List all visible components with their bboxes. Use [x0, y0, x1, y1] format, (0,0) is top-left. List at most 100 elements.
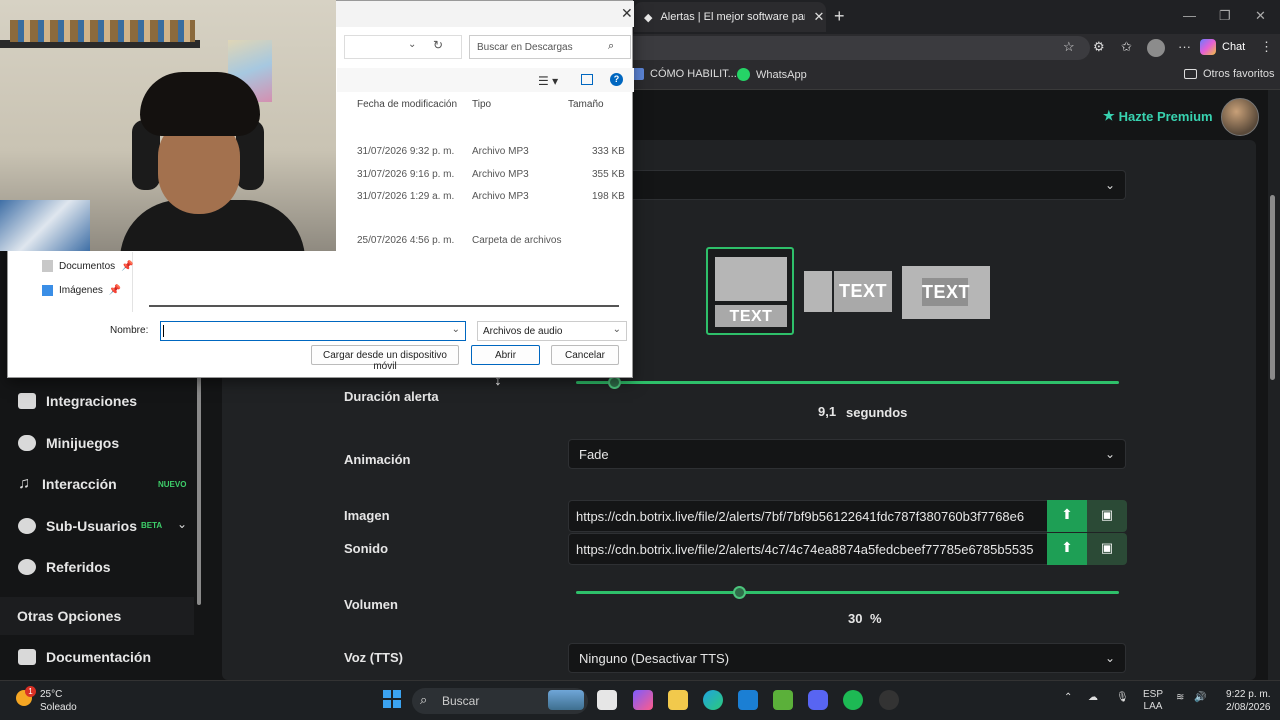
gallery-image-button[interactable]: ▣: [1087, 500, 1127, 532]
taskbar-clock[interactable]: 9:22 p. m. 2/08/2026: [1226, 688, 1271, 714]
minecraft-icon[interactable]: [773, 690, 793, 710]
store-icon[interactable]: [738, 690, 758, 710]
horizontal-scrollbar[interactable]: [149, 305, 619, 307]
favorite-star-icon[interactable]: ☆: [1063, 39, 1075, 55]
chevron-up-icon[interactable]: ⌃: [1064, 692, 1072, 703]
profile-icon[interactable]: [1147, 39, 1165, 57]
edge-icon[interactable]: [703, 690, 723, 710]
upload-image-button[interactable]: ⬆: [1047, 500, 1087, 532]
top-select[interactable]: ⌄: [568, 170, 1126, 200]
path-bar[interactable]: [344, 35, 462, 59]
sidebar-item-interaccion[interactable]: ♫ Interacción: [18, 475, 117, 493]
nav-imagenes[interactable]: Imágenes 📌: [42, 285, 121, 296]
dialog-search-input[interactable]: Buscar en Descargas: [469, 35, 631, 59]
sonido-url-input[interactable]: https://cdn.botrix.live/file/2/alerts/4c…: [568, 533, 1048, 565]
more-menu-icon[interactable]: ···: [1178, 39, 1191, 54]
view-menu-icon[interactable]: ☰ ▾: [538, 74, 558, 88]
document-icon: [18, 649, 36, 665]
column-type[interactable]: Tipo: [472, 99, 491, 110]
filetype-value: Archivos de audio: [483, 326, 563, 337]
page-scrollbar[interactable]: [1270, 195, 1275, 380]
cancel-button[interactable]: Cancelar: [551, 345, 619, 365]
duracion-slider[interactable]: [576, 381, 1119, 384]
task-view-icon[interactable]: [597, 690, 617, 710]
search-icon[interactable]: ⌕: [608, 40, 614, 53]
open-button[interactable]: Abrir: [471, 345, 540, 365]
clock-time: 9:22 p. m.: [1226, 689, 1271, 700]
sidebar-item-minijuegos[interactable]: Minijuegos: [18, 435, 119, 451]
maximize-icon[interactable]: ❐: [1219, 8, 1231, 24]
gallery-sound-button[interactable]: ▣: [1087, 533, 1127, 565]
sidebar-scrollbar[interactable]: [197, 375, 201, 605]
spotify-icon[interactable]: [843, 690, 863, 710]
sidebar-item-integraciones[interactable]: Integraciones: [18, 393, 137, 409]
chevron-down-icon[interactable]: ⌄: [177, 517, 187, 531]
avatar[interactable]: [1221, 98, 1259, 136]
column-size[interactable]: Tamaño: [568, 99, 604, 110]
layout-option-image-top[interactable]: TEXT: [706, 247, 794, 335]
refresh-icon[interactable]: ↻: [433, 38, 443, 52]
music-note-icon: ♫: [18, 475, 30, 492]
m365-icon[interactable]: [633, 690, 653, 710]
voz-select[interactable]: Ninguno (Desactivar TTS) ⌄: [568, 643, 1126, 673]
address-field[interactable]: [585, 36, 1090, 60]
duracion-value: 9,1: [818, 404, 837, 419]
bookmark-whatsapp[interactable]: WhatsApp: [737, 68, 807, 81]
dialog-close-icon[interactable]: ✕: [621, 5, 633, 22]
pictures-icon: [42, 285, 53, 296]
wifi-icon[interactable]: ≋: [1176, 692, 1184, 703]
bookmark-item[interactable]: CÓMO HABILIT...: [632, 68, 737, 80]
language-indicator[interactable]: ESP LAA: [1143, 689, 1163, 713]
sidebar-item-sub-usuarios[interactable]: Sub-Usuarios: [18, 518, 137, 534]
new-tab-icon[interactable]: +: [834, 6, 845, 27]
other-favorites[interactable]: Otros favoritos: [1184, 68, 1275, 80]
file-explorer-icon[interactable]: [668, 690, 688, 710]
beta-badge: BETA: [141, 521, 163, 530]
close-tab-icon[interactable]: ✕: [813, 9, 824, 25]
text-caret: [163, 325, 164, 337]
extension-icon[interactable]: ⚙: [1093, 39, 1105, 55]
bookmark-label: WhatsApp: [756, 68, 807, 81]
path-chevron-icon[interactable]: ⌄: [408, 39, 416, 50]
volumen-slider[interactable]: [576, 591, 1119, 594]
column-date[interactable]: Fecha de modificación: [357, 99, 457, 110]
news-widget-icon[interactable]: [548, 690, 584, 710]
help-icon[interactable]: ?: [610, 73, 623, 86]
file-row[interactable]: 31/07/2026 1:29 a. m. Archivo MP3 198 KB: [348, 187, 628, 205]
imagen-url-input[interactable]: https://cdn.botrix.live/file/2/alerts/7b…: [568, 500, 1048, 532]
animacion-select[interactable]: Fade ⌄: [568, 439, 1126, 469]
notification-badge: 1: [25, 686, 36, 697]
referrals-icon: [18, 559, 36, 575]
volumen-slider-handle[interactable]: [732, 586, 746, 599]
cloud-icon[interactable]: ☁: [1088, 692, 1098, 703]
copilot-chat-button[interactable]: Chat: [1200, 36, 1245, 58]
premium-link[interactable]: ★ Hazte Premium: [1103, 108, 1213, 124]
filetype-select[interactable]: Archivos de audio ⌄: [477, 321, 627, 341]
mobile-upload-button[interactable]: Cargar desde un dispositivo móvil: [311, 345, 459, 372]
weather-widget[interactable]: 25°C Soleado: [40, 688, 77, 714]
layout-option-text-over-image[interactable]: TEXT: [902, 266, 990, 319]
file-type: Carpeta de archivos: [472, 235, 562, 246]
discord-icon[interactable]: [808, 690, 828, 710]
file-row[interactable]: 31/07/2026 9:32 p. m. Archivo MP3 333 KB: [348, 142, 628, 160]
nav-documentos[interactable]: Documentos 📌: [42, 260, 134, 272]
layout-text[interactable]: TEXT: [834, 271, 892, 312]
folder-row[interactable]: 25/07/2026 4:56 p. m. Carpeta de archivo…: [348, 231, 628, 249]
minimize-icon[interactable]: —: [1183, 8, 1196, 23]
microphone-icon[interactable]: 🎙: [1116, 692, 1129, 703]
browser-tab[interactable]: ◆ Alertas | El mejor software para po ✕: [634, 2, 826, 32]
app-icon[interactable]: [879, 690, 899, 710]
close-window-icon[interactable]: ✕: [1255, 8, 1266, 24]
sidebar-item-referidos[interactable]: Referidos: [18, 559, 111, 575]
volume-icon[interactable]: 🔊: [1194, 692, 1206, 703]
layout-option-image-left[interactable]: [804, 271, 832, 312]
filename-input[interactable]: ⌄: [160, 321, 466, 341]
sidebar-item-documentacion[interactable]: Documentación: [18, 649, 151, 665]
preview-pane-icon[interactable]: [581, 74, 593, 85]
file-row[interactable]: 31/07/2026 9:16 p. m. Archivo MP3 355 KB: [348, 165, 628, 183]
start-icon[interactable]: [383, 690, 401, 708]
sidebar-toggle-icon[interactable]: ⋮: [1260, 39, 1273, 55]
volumen-unit: %: [870, 611, 882, 626]
favorites-icon[interactable]: ✩: [1121, 39, 1132, 55]
upload-sound-button[interactable]: ⬆: [1047, 533, 1087, 565]
